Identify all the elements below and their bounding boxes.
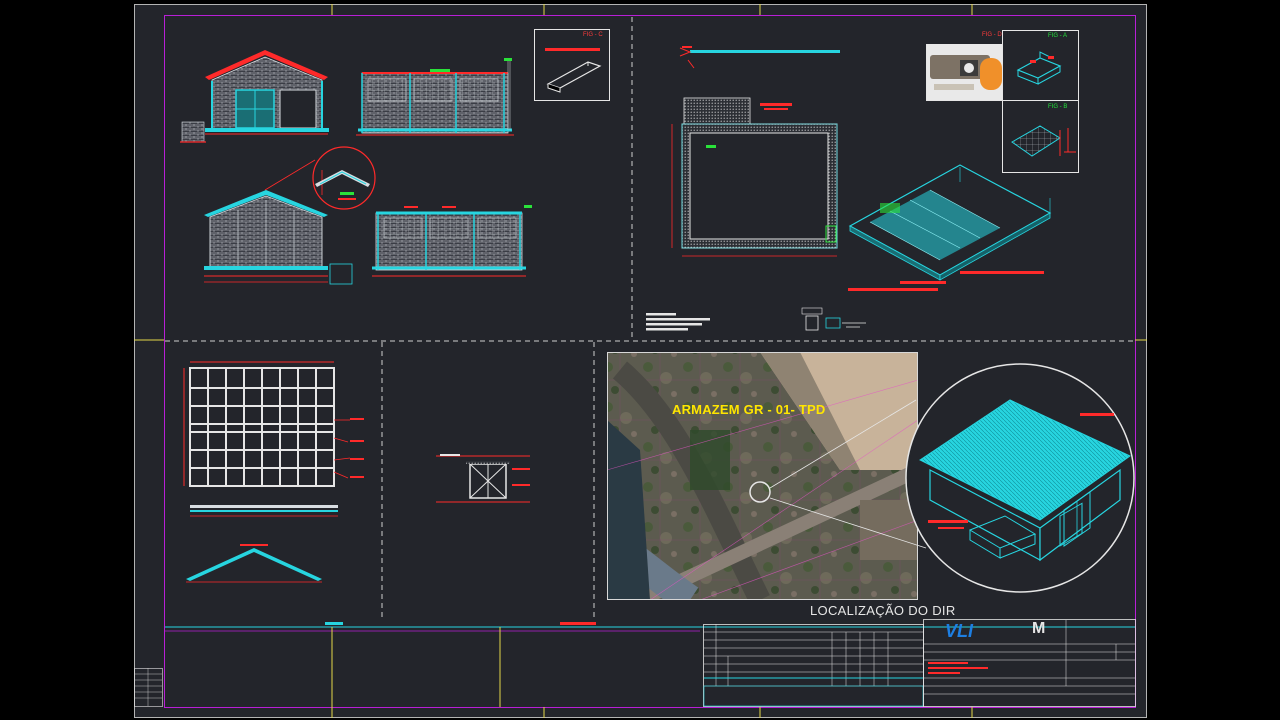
drawing-canvas[interactable] [0, 0, 1280, 720]
cad-viewport[interactable]: ARMAZEM GR - 01- TPD LOCALIZAÇÃO DO DIR … [0, 0, 1280, 720]
location-label: ARMAZEM GR - 01- TPD [672, 402, 826, 417]
company-logo-icon: M [1032, 620, 1046, 637]
location-caption: LOCALIZAÇÃO DO DIR [810, 603, 956, 618]
figure-d-box[interactable] [926, 30, 1003, 101]
isometric-building-detail[interactable] [905, 363, 1135, 593]
elevation-side-bottom[interactable] [372, 205, 532, 277]
aerial-photo[interactable] [607, 352, 918, 600]
brand-logo: VLI [945, 621, 974, 641]
figure-d-label: FIG - D [982, 32, 1002, 38]
figure-c-label: FIG - C [583, 32, 603, 38]
figure-b-label: FIG - B [1048, 104, 1068, 110]
figure-a-label: FIG - A [1048, 33, 1068, 39]
